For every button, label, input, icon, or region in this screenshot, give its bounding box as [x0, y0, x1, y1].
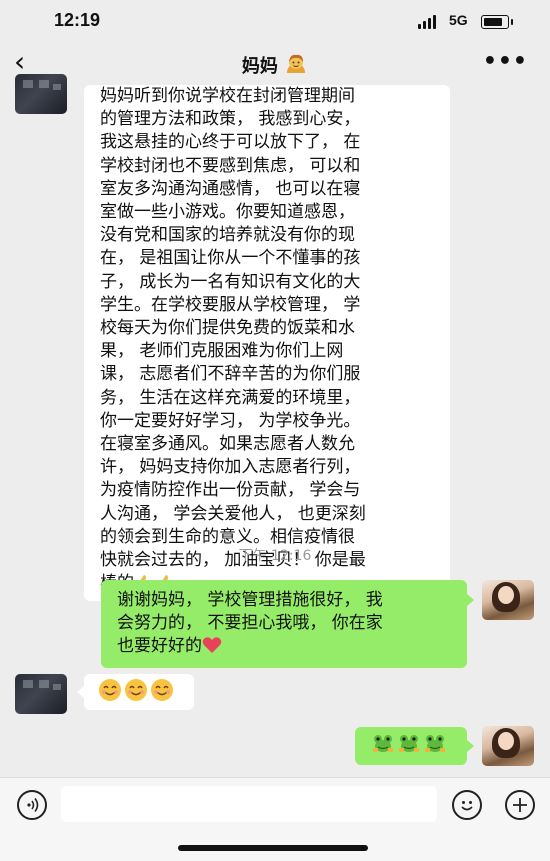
bubble-tail	[467, 740, 474, 752]
bubble-tail	[467, 594, 474, 606]
more-icon[interactable]: •••	[483, 49, 528, 74]
message-input[interactable]	[61, 786, 437, 822]
self-avatar[interactable]	[482, 726, 534, 766]
battery-icon	[481, 15, 513, 29]
incoming-message-bubble[interactable]: 妈妈听到你说学校在封闭管理期间 的管理方法和政策， 我感到心安， 我这悬挂的心终…	[84, 85, 450, 602]
woman-emoji-icon	[287, 54, 306, 73]
frog-emoji-icon	[425, 735, 445, 752]
message-timestamp: 下午 12:16	[238, 548, 312, 564]
self-avatar[interactable]	[482, 580, 534, 620]
status-time: 12:19	[54, 10, 101, 30]
smiling-face-emoji-icon	[151, 679, 173, 701]
frog-emoji-icon	[399, 735, 419, 752]
smiling-face-emoji-icon	[99, 679, 121, 701]
red-heart-emoji-icon	[202, 637, 222, 654]
contact-avatar[interactable]	[15, 674, 67, 714]
network-type: 5G	[449, 12, 468, 28]
chat-title: 妈妈	[0, 52, 550, 78]
incoming-emoji-bubble[interactable]	[84, 674, 194, 710]
status-bar: 12:19 5G	[0, 0, 550, 44]
outgoing-message-bubble[interactable]: 谢谢妈妈， 学校管理措施很好， 我 会努力的， 不要担心我哦， 你在家 也要好好…	[101, 580, 467, 668]
contact-avatar[interactable]	[15, 74, 67, 114]
home-indicator[interactable]	[178, 845, 368, 851]
frog-emoji-icon	[373, 735, 393, 752]
signal-icon	[418, 15, 442, 29]
smiling-face-emoji-icon	[125, 679, 147, 701]
bubble-tail	[77, 686, 84, 698]
message-text: 妈妈听到你说学校在封闭管理期间 的管理方法和政策， 我感到心安， 我这悬挂的心终…	[100, 86, 366, 593]
voice-icon[interactable]	[17, 790, 47, 820]
chat-title-text: 妈妈	[241, 56, 278, 77]
plus-icon[interactable]	[505, 790, 535, 820]
emoji-icon[interactable]	[452, 790, 482, 820]
message-text: 谢谢妈妈， 学校管理措施很好， 我 会努力的， 不要担心我哦， 你在家 也要好好…	[117, 590, 383, 657]
chat-header: ‹ 妈妈 •••	[0, 44, 550, 86]
outgoing-emoji-bubble[interactable]	[355, 727, 467, 765]
